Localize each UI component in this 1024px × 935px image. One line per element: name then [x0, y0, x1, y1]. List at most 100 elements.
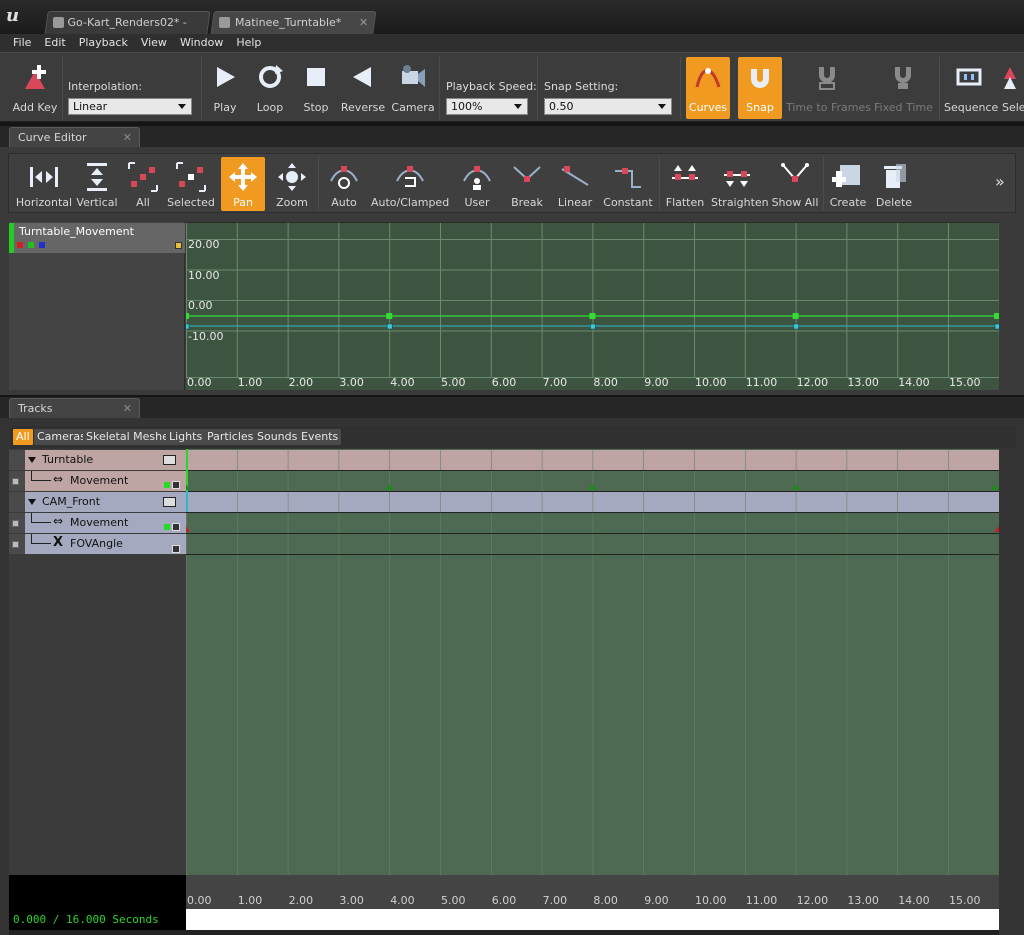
- track-checkbox[interactable]: [12, 541, 19, 548]
- tangent-auto-clamped-button[interactable]: Auto/Clamped: [371, 157, 449, 211]
- collapse-arrow-icon[interactable]: [28, 457, 36, 463]
- curves-button[interactable]: Curves: [686, 57, 730, 119]
- separator: [680, 57, 681, 119]
- channel-z-toggle[interactable]: [39, 242, 45, 248]
- timeline-ruler[interactable]: 0.00 1.00 2.00 3.00 4.00 5.00 6.00 7.00 8.00 9.00…: [186, 875, 999, 909]
- sequence-button[interactable]: Sequence: [944, 57, 998, 119]
- folder-icon[interactable]: [163, 497, 176, 507]
- fit-horizontal-icon: [30, 167, 58, 187]
- track-checkbox[interactable]: [12, 520, 19, 527]
- group-turntable[interactable]: Turntable: [9, 450, 186, 470]
- doc-tab-level[interactable]: Go-Kart_Renders02* - Lev: [44, 11, 211, 50]
- fit-selected-button[interactable]: Selected: [167, 157, 215, 211]
- tangent-linear-button[interactable]: Linear: [553, 157, 597, 211]
- fit-selected-icon: [176, 162, 206, 192]
- track-bar-cam-front-fovangle: [186, 534, 999, 554]
- menu-edit[interactable]: Edit: [31, 34, 65, 52]
- zoom-mode-button[interactable]: Zoom: [269, 157, 315, 211]
- track-checkbox[interactable]: [12, 478, 19, 485]
- x-axis-label: 4.00: [390, 376, 415, 389]
- doc-tab-matinee[interactable]: Matinee_Turntable* ✕: [210, 11, 377, 34]
- timeline-scrub-bar[interactable]: [186, 909, 999, 930]
- playback-speed-select[interactable]: 100%: [446, 98, 528, 115]
- track-cam-front-fovangle[interactable]: X FOVAngle: [9, 534, 186, 554]
- curve-graph[interactable]: 20.00 10.00 0.00 -10.00 0.00 1.00 2.00 3.00 4.0…: [186, 222, 999, 390]
- tangent-break-button[interactable]: Break: [505, 157, 549, 211]
- straighten-button[interactable]: Straighten: [711, 157, 769, 211]
- zoom-icon: [278, 163, 306, 191]
- menu-window[interactable]: Window: [167, 34, 223, 52]
- collapse-arrow-icon[interactable]: [28, 499, 36, 505]
- x-axis-label: 3.00: [339, 376, 364, 389]
- fit-vertical-button[interactable]: Vertical: [75, 157, 119, 211]
- tab-tracks[interactable]: Tracks ✕: [9, 398, 140, 418]
- stop-button[interactable]: Stop: [296, 57, 336, 119]
- time-to-frames-button[interactable]: Time to Frames: [786, 57, 871, 119]
- tangent-user-button[interactable]: User: [455, 157, 499, 211]
- separator: [439, 57, 440, 119]
- chevron-down-icon: [178, 104, 186, 109]
- curve-toggle[interactable]: [164, 524, 170, 530]
- track-turntable-movement[interactable]: ⇔ Movement: [9, 471, 186, 491]
- fit-all-button[interactable]: All: [121, 157, 165, 211]
- create-tab-button[interactable]: Create: [827, 157, 869, 211]
- close-icon[interactable]: ✕: [359, 12, 368, 33]
- channel-y-toggle[interactable]: [28, 242, 34, 248]
- tree-connector: [31, 513, 51, 523]
- folder-icon[interactable]: [163, 455, 176, 465]
- tangent-constant-button[interactable]: Constant: [603, 157, 653, 211]
- group-bar-turntable: [186, 450, 999, 470]
- x-axis-label: 10.00: [695, 376, 727, 389]
- interpolation-select[interactable]: Linear: [68, 98, 192, 115]
- group-cam-front[interactable]: CAM_Front: [9, 492, 186, 512]
- close-icon[interactable]: ✕: [123, 128, 132, 147]
- menu-file[interactable]: File: [0, 34, 31, 52]
- record-toggle[interactable]: [172, 545, 180, 553]
- curve-entry[interactable]: Turntable_Movement: [9, 223, 185, 253]
- filter-cameras[interactable]: Cameras: [34, 429, 89, 445]
- timeline-ruler-label: 6.00: [491, 894, 517, 907]
- fixed-time-button[interactable]: Fixed Time: [874, 57, 933, 119]
- filter-sounds[interactable]: Sounds: [254, 429, 301, 445]
- select-button[interactable]: Sele: [998, 57, 1024, 119]
- close-icon[interactable]: ✕: [123, 399, 132, 418]
- record-toggle[interactable]: [172, 523, 180, 531]
- curve-visibility-toggle[interactable]: [175, 242, 182, 249]
- filter-lights[interactable]: Lights: [166, 429, 206, 445]
- filter-events[interactable]: Events: [298, 429, 342, 445]
- camera-button[interactable]: Camera: [390, 57, 436, 119]
- add-key-button[interactable]: Add Key: [10, 57, 60, 119]
- camera-icon: [402, 65, 425, 87]
- fit-horizontal-button[interactable]: Horizontal: [15, 157, 73, 211]
- show-all-tangents-button[interactable]: Show All: [769, 157, 821, 211]
- snap-setting-select[interactable]: 0.50: [544, 98, 672, 115]
- track-timeline[interactable]: [186, 449, 999, 875]
- unreal-logo-icon: u: [6, 5, 20, 26]
- flatten-button[interactable]: Flatten: [663, 157, 707, 211]
- snap-button[interactable]: Snap: [738, 57, 782, 119]
- timeline-ruler-label: 5.00: [441, 894, 466, 907]
- filter-all[interactable]: All: [13, 429, 33, 445]
- filter-skeletal-meshes[interactable]: Skeletal Meshes: [83, 429, 178, 445]
- menu-view[interactable]: View: [128, 34, 167, 52]
- reverse-button[interactable]: Reverse: [340, 57, 386, 119]
- matinee-icon: [219, 17, 230, 28]
- filter-particles[interactable]: Particles: [204, 429, 257, 445]
- channel-x-toggle[interactable]: [17, 242, 23, 248]
- x-axis-label: 12.00: [796, 376, 829, 389]
- menu-playback[interactable]: Playback: [66, 34, 128, 52]
- curve-toggle[interactable]: [164, 482, 170, 488]
- pan-mode-button[interactable]: Pan: [221, 157, 265, 211]
- chevron-right-double-icon[interactable]: »: [995, 172, 1005, 191]
- track-timeline-canvas: [186, 449, 999, 875]
- tab-curve-editor[interactable]: Curve Editor ✕: [9, 127, 140, 147]
- delete-tab-button[interactable]: Delete: [873, 157, 915, 211]
- record-toggle[interactable]: [172, 481, 180, 489]
- track-cam-front-movement[interactable]: ⇔ Movement: [9, 513, 186, 533]
- separator: [823, 156, 824, 210]
- curve-key-point: [186, 313, 189, 319]
- loop-button[interactable]: Loop: [249, 57, 291, 119]
- tangent-auto-button[interactable]: Auto: [323, 157, 365, 211]
- play-button[interactable]: Play: [205, 57, 245, 119]
- menu-help[interactable]: Help: [223, 34, 261, 52]
